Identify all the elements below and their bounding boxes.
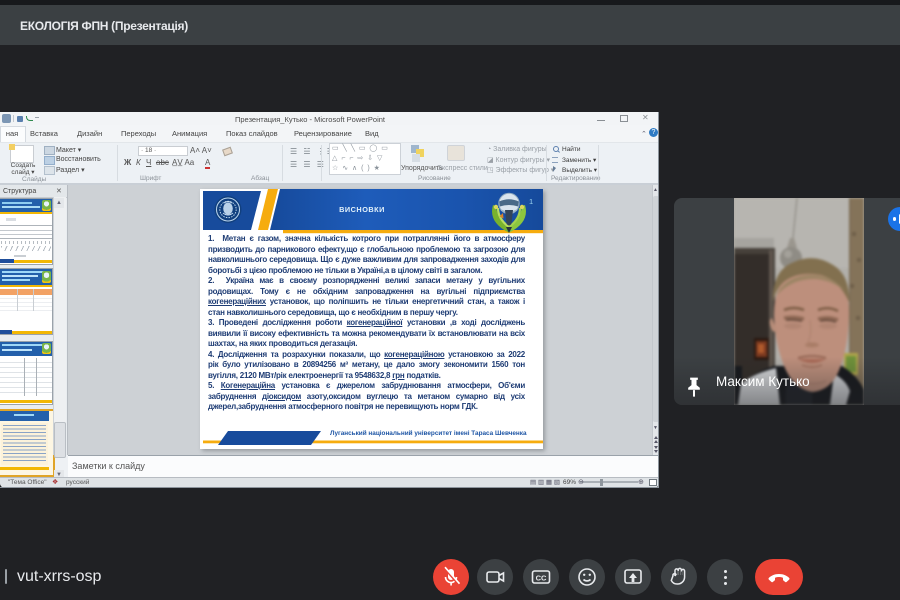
svg-text:CC: CC: [536, 574, 547, 583]
